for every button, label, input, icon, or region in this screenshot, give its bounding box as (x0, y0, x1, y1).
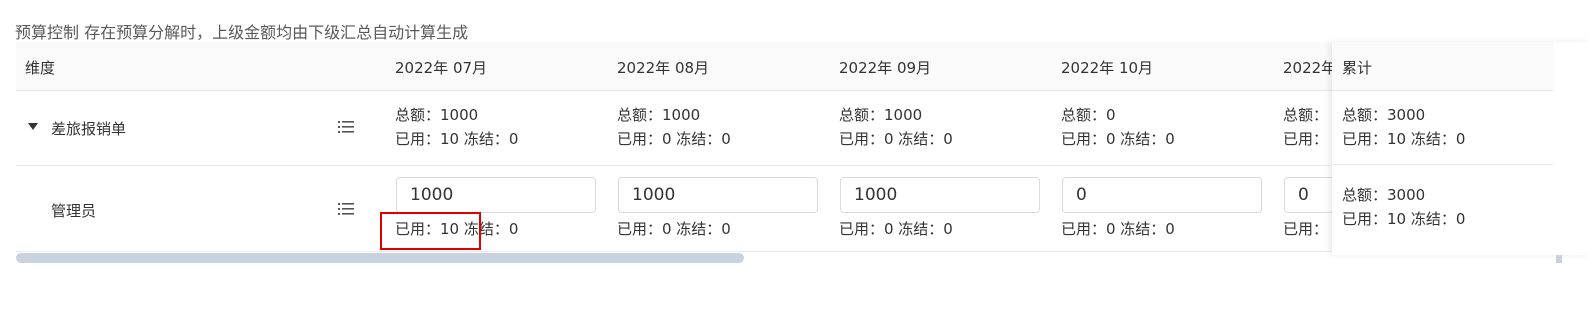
used-text: 已用：10 冻结：0 (1342, 210, 1466, 228)
amount-input-nov[interactable] (1284, 177, 1332, 213)
total-text: 总额：3000 (1342, 106, 1426, 124)
cell-aug-row1: 总额：1000 已用：0 冻结：0 (617, 103, 731, 151)
total-summary-row2: 总额：3000 已用：10 冻结：0 (1342, 183, 1465, 231)
used-text: 已用：0 冻结：0 (839, 130, 953, 148)
month-header-aug: 2022年 08月 (617, 59, 710, 77)
used-text: 已用：0 冻结：0 (617, 130, 731, 148)
cell-oct-row1: 总额：0 已用：0 冻结：0 (1061, 103, 1175, 151)
month-header-nov: 2022年 (1283, 59, 1332, 77)
vertical-scrollbar[interactable] (1556, 255, 1562, 263)
total-summary-row1: 总额：3000 已用：10 冻结：0 (1342, 103, 1465, 151)
dim-header: 维度 (25, 59, 56, 77)
month-header-sep: 2022年 09月 (839, 59, 932, 77)
caret-down-icon[interactable] (28, 123, 38, 130)
used-text: 已用：10 冻结：0 (395, 130, 519, 148)
used-text-aug: 已用：0 冻结：0 (617, 220, 731, 238)
amount-input-jul[interactable] (396, 177, 596, 213)
amount-input-sep[interactable] (840, 177, 1040, 213)
used-text-nov: 已用： (1283, 220, 1329, 238)
cell-jul-row1: 总额：1000 已用：10 冻结：0 (395, 103, 518, 151)
month-header-oct: 2022年 10月 (1061, 59, 1154, 77)
total-text: 总额： (1283, 106, 1329, 124)
total-text: 总额：0 (1061, 106, 1116, 124)
budget-caption: 预算控制 存在预算分解时，上级金额均由下级汇总自动计算生成 (15, 23, 469, 42)
used-text: 已用：10 冻结：0 (1342, 130, 1466, 148)
used-text-oct: 已用：0 冻结：0 (1061, 220, 1175, 238)
cell-nov-row1: 总额： 已用： (1283, 103, 1328, 151)
cell-sep-row1: 总额：1000 已用：0 冻结：0 (839, 103, 953, 151)
used-text-sep: 已用：0 冻结：0 (839, 220, 953, 238)
list-icon[interactable] (338, 202, 354, 216)
highlight-annotation (380, 212, 481, 250)
table-row-admin: 管理员 已用：10 冻结：0 已用：0 冻结：0 已用：0 冻结：0 已用：0 … (16, 166, 1332, 252)
total-header-cell: 累计 (1332, 42, 1554, 91)
horizontal-scrollbar[interactable] (16, 253, 744, 263)
total-text: 总额：1000 (395, 106, 479, 124)
budget-table: 维度 2022年 07月 2022年 08月 2022年 09月 2022年 1… (16, 42, 1332, 252)
table-row-travel-expense: 差旅报销单 总额：1000 已用：10 冻结：0 总额：1000 已用：0 冻结… (16, 91, 1332, 166)
amount-input-aug[interactable] (618, 177, 818, 213)
used-text: 已用：0 冻结：0 (1061, 130, 1175, 148)
dim-name-admin: 管理员 (51, 202, 97, 220)
dim-name-travel: 差旅报销单 (51, 120, 127, 138)
list-icon[interactable] (338, 120, 354, 134)
total-text: 总额：1000 (617, 106, 701, 124)
table-header: 维度 2022年 07月 2022年 08月 2022年 09月 2022年 1… (16, 42, 1332, 91)
amount-input-oct[interactable] (1062, 177, 1262, 213)
used-text: 已用： (1283, 130, 1329, 148)
total-header: 累计 (1342, 59, 1373, 77)
month-header-jul: 2022年 07月 (395, 59, 488, 77)
total-text: 总额：1000 (839, 106, 923, 124)
total-column: 累计 总额：3000 已用：10 冻结：0 总额：3000 已用：10 冻结：0 (1332, 42, 1590, 255)
divider (1332, 164, 1554, 165)
total-text: 总额：3000 (1342, 186, 1426, 204)
